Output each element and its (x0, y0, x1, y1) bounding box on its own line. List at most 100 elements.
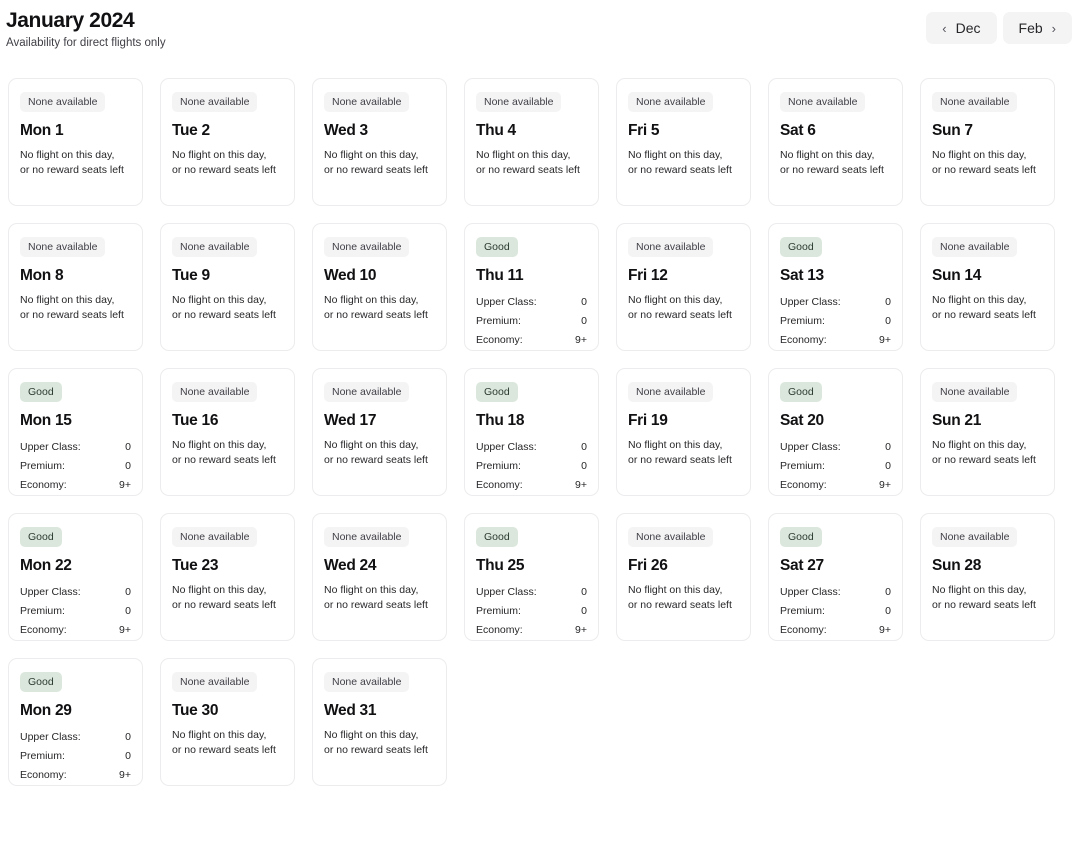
availability-badge: None available (172, 92, 258, 112)
no-flight-note: No flight on this day, or no reward seat… (172, 584, 276, 611)
day-label: Fri 5 (628, 122, 660, 139)
cabin-class-list: Upper Class: 0 Premium: 0 Economy: 9+ (780, 293, 891, 349)
day-card[interactable]: None available Sun 21 No flight on this da… (920, 368, 1055, 496)
day-label: Mon 1 (20, 122, 64, 139)
day-card[interactable]: None available Sun 28 No flight on this da… (920, 513, 1055, 641)
cabin-class-name: Premium: (20, 750, 65, 762)
day-label: Fri 12 (628, 267, 668, 284)
day-card[interactable]: None available Mon 8 No flight on this day… (8, 223, 143, 351)
cabin-class-seats: 9+ (879, 624, 891, 636)
cabin-class-name: Premium: (476, 315, 521, 327)
day-card[interactable]: None available Wed 31 No flight on this da… (312, 658, 447, 786)
day-card[interactable]: Good Thu 18 Upper Class: 0 Premium: 0 Economy:… (464, 368, 599, 496)
cabin-class-list: Upper Class: 0 Premium: 0 Economy: 9+ (476, 583, 587, 639)
day-card[interactable]: None available Fri 19 No flight on this da… (616, 368, 751, 496)
cabin-class-name: Upper Class: (20, 731, 81, 743)
day-card[interactable]: Good Mon 15 Upper Class: 0 Premium: 0 Economy:… (8, 368, 143, 496)
cabin-class-seats: 9+ (575, 334, 587, 346)
cabin-class-row: Upper Class: 0 (476, 293, 587, 311)
cabin-class-seats: 9+ (575, 624, 587, 636)
day-card[interactable]: None available Tue 2 No flight on this day… (160, 78, 295, 206)
day-card[interactable]: None available Wed 10 No flight on this da… (312, 223, 447, 351)
no-flight-note: No flight on this day, or no reward seat… (324, 729, 428, 756)
day-card[interactable]: None available Sat 6 No flight on this day… (768, 78, 903, 206)
cabin-class-row: Premium: 0 (476, 457, 587, 475)
availability-badge: None available (932, 527, 1018, 547)
day-card[interactable]: None available Tue 9 No flight on this day… (160, 223, 295, 351)
cabin-class-name: Economy: (20, 624, 67, 636)
availability-badge: None available (324, 527, 410, 547)
day-card[interactable]: None available Sun 7 No flight on this day… (920, 78, 1055, 206)
day-label: Sun 28 (932, 557, 982, 574)
cabin-class-row: Economy: 9+ (780, 476, 891, 494)
day-card[interactable]: None available Fri 12 No flight on this da… (616, 223, 751, 351)
cabin-class-list: Upper Class: 0 Premium: 0 Economy: 9+ (780, 438, 891, 494)
day-label: Tue 9 (172, 267, 210, 284)
page-subtitle: Availability for direct flights only (6, 37, 166, 49)
cabin-class-row: Premium: 0 (20, 602, 131, 620)
cabin-class-seats: 0 (125, 586, 131, 598)
cabin-class-seats: 9+ (879, 479, 891, 491)
day-card[interactable]: Good Thu 11 Upper Class: 0 Premium: 0 Economy:… (464, 223, 599, 351)
day-card[interactable]: None available Fri 26 No flight on this da… (616, 513, 751, 641)
cabin-class-seats: 0 (885, 460, 891, 472)
availability-badge: None available (324, 237, 410, 257)
no-flight-note: No flight on this day, or no reward seat… (932, 439, 1036, 466)
availability-badge: Good (780, 237, 822, 257)
chevron-left-icon: ‹ (942, 20, 947, 36)
day-label: Sun 7 (932, 122, 973, 139)
day-label: Mon 15 (20, 412, 72, 429)
cabin-class-seats: 9+ (879, 334, 891, 346)
day-card[interactable]: None available Tue 23 No flight on this da… (160, 513, 295, 641)
availability-badge: None available (780, 92, 866, 112)
no-flight-note: No flight on this day, or no reward seat… (628, 584, 732, 611)
availability-badge: Good (20, 382, 62, 402)
day-card[interactable]: None available Thu 4 No flight on this day… (464, 78, 599, 206)
day-card[interactable]: None available Tue 16 No flight on this da… (160, 368, 295, 496)
cabin-class-seats: 0 (581, 315, 587, 327)
day-label: Sat 20 (780, 412, 824, 429)
day-card[interactable]: None available Tue 30 No flight on this da… (160, 658, 295, 786)
next-month-button[interactable]: Feb › (1002, 12, 1072, 44)
cabin-class-list: Upper Class: 0 Premium: 0 Economy: 9+ (780, 583, 891, 639)
day-card[interactable]: Good Mon 22 Upper Class: 0 Premium: 0 Economy:… (8, 513, 143, 641)
availability-badge: Good (476, 237, 518, 257)
day-card[interactable]: Good Thu 25 Upper Class: 0 Premium: 0 Economy:… (464, 513, 599, 641)
day-card[interactable]: None available Sun 14 No flight on this da… (920, 223, 1055, 351)
day-card[interactable]: None available Wed 3 No flight on this day… (312, 78, 447, 206)
cabin-class-row: Premium: 0 (20, 457, 131, 475)
day-card[interactable]: Good Sat 20 Upper Class: 0 Premium: 0 Economy:… (768, 368, 903, 496)
cabin-class-list: Upper Class: 0 Premium: 0 Economy: 9+ (20, 583, 131, 639)
cabin-class-seats: 0 (885, 586, 891, 598)
day-label: Fri 19 (628, 412, 668, 429)
day-card[interactable]: Good Sat 27 Upper Class: 0 Premium: 0 Economy:… (768, 513, 903, 641)
availability-badge: Good (780, 527, 822, 547)
empty-day-slot (920, 658, 1055, 786)
availability-badge: None available (172, 237, 258, 257)
day-card[interactable]: None available Mon 1 No flight on this day… (8, 78, 143, 206)
day-label: Mon 22 (20, 557, 72, 574)
cabin-class-seats: 0 (885, 315, 891, 327)
day-card[interactable]: Good Mon 29 Upper Class: 0 Premium: 0 Economy:… (8, 658, 143, 786)
availability-badge: None available (172, 382, 258, 402)
no-flight-note: No flight on this day, or no reward seat… (628, 439, 732, 466)
no-flight-note: No flight on this day, or no reward seat… (628, 149, 732, 176)
cabin-class-name: Upper Class: (780, 586, 841, 598)
day-label: Fri 26 (628, 557, 668, 574)
day-card[interactable]: None available Wed 24 No flight on this da… (312, 513, 447, 641)
availability-badge: None available (628, 237, 714, 257)
day-label: Wed 10 (324, 267, 377, 284)
day-label: Tue 23 (172, 557, 219, 574)
day-label: Thu 11 (476, 267, 524, 284)
cabin-class-seats: 0 (581, 460, 587, 472)
cabin-class-seats: 0 (125, 731, 131, 743)
previous-month-button[interactable]: ‹ Dec (926, 12, 997, 44)
day-card[interactable]: Good Sat 13 Upper Class: 0 Premium: 0 Economy:… (768, 223, 903, 351)
day-card[interactable]: None available Wed 17 No flight on this da… (312, 368, 447, 496)
day-label: Mon 29 (20, 702, 72, 719)
cabin-class-name: Economy: (476, 624, 523, 636)
cabin-class-name: Upper Class: (20, 586, 81, 598)
cabin-class-name: Economy: (780, 479, 827, 491)
day-card[interactable]: None available Fri 5 No flight on this day… (616, 78, 751, 206)
day-label: Tue 2 (172, 122, 210, 139)
